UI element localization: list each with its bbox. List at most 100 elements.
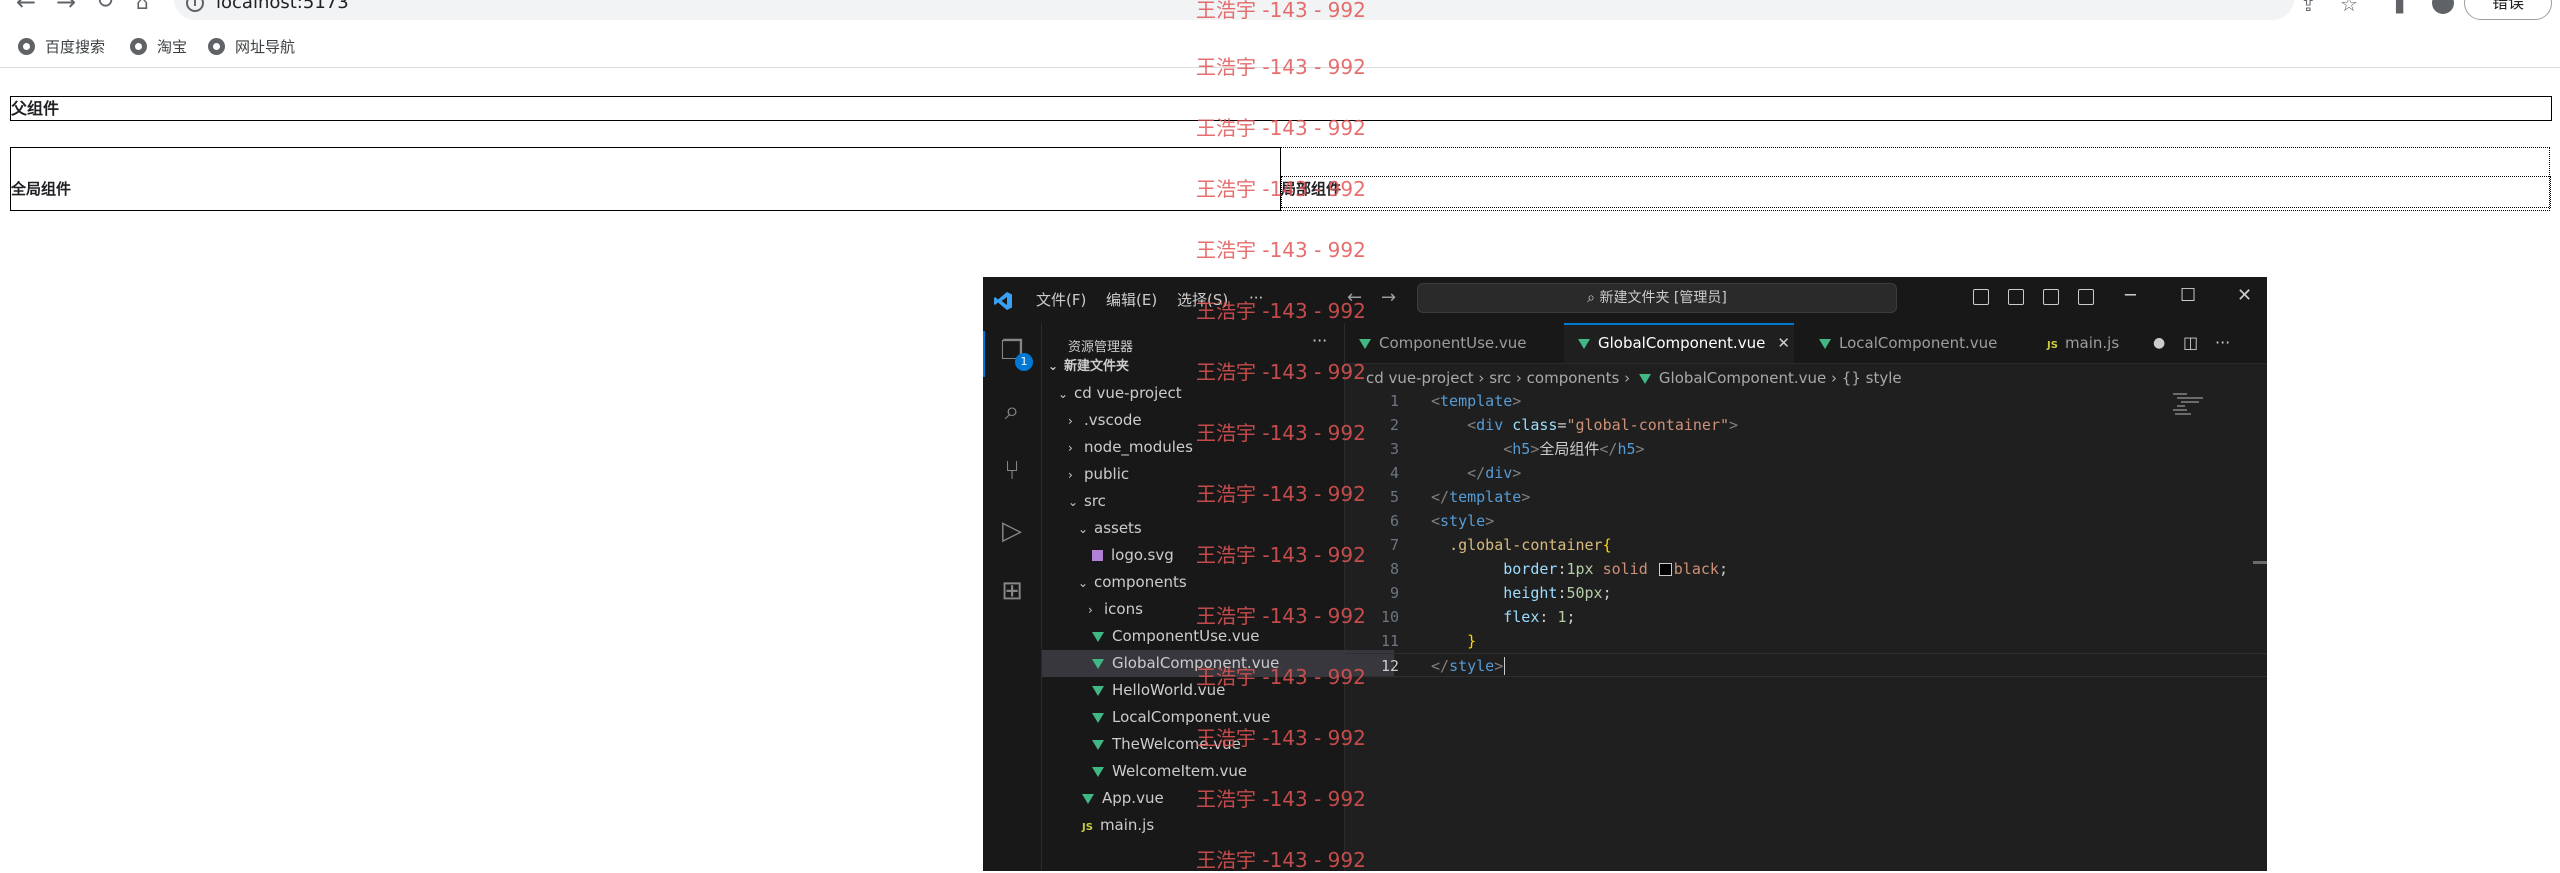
extensions-icon[interactable]: ⊞ [998,577,1026,605]
chevron-right-icon: › [1478,369,1490,387]
code-editor[interactable]: 1 <template> 2 <div class="global-contain… [1345,389,2267,871]
profile-avatar[interactable] [2432,0,2454,14]
tree-file-logo-svg[interactable]: logo.svg [1042,542,1394,569]
breadcrumb-item[interactable]: GlobalComponent.vue [1659,369,1826,387]
tree-file-helloworld[interactable]: HelloWorld.vue [1042,677,1394,704]
bookmark-taobao[interactable]: 淘宝 [130,36,187,57]
nav-forward-icon[interactable]: → [1381,287,1396,308]
tree-file-welcomeitem[interactable]: WelcomeItem.vue [1042,758,1394,785]
tree-folder-components[interactable]: ⌄ components [1042,569,1380,596]
customize-layout-icon[interactable] [2078,289,2094,305]
code-line: 3 <h5>全局组件</h5> [1389,440,1645,458]
vue-file-icon [1092,631,1104,642]
toggle-sidebar-icon[interactable] [1973,289,1989,305]
maximize-icon[interactable]: ☐ [2180,285,2196,306]
js-file-icon: JS [1082,822,1093,833]
watermark-text: 王浩宇 -143 - 992 [1196,238,1366,262]
search-icon: ⌕ [1587,290,1600,306]
search-icon[interactable]: ⌕ [998,397,1026,425]
tree-folder-vscode[interactable]: › .vscode [1042,407,1370,434]
activity-bar: ❐ 1 ⌕ ⑂ ▷ ⊞ [983,323,1042,871]
vue-file-icon [1092,739,1104,750]
error-button[interactable]: 错误 [2464,0,2552,20]
chevron-down-icon: ⌄ [1078,522,1089,536]
tree-file-globalcomponent[interactable]: GlobalComponent.vue [1042,650,1394,677]
vue-file-icon [1578,338,1590,349]
back-icon[interactable]: ← [16,0,36,14]
chevron-right-icon: › [1068,441,1073,455]
explorer-badge: 1 [1015,353,1033,371]
code-line: 11 } [1380,632,1477,650]
breadcrumb-item[interactable]: {} style [1842,369,1902,387]
tab-globalcomponent[interactable]: GlobalComponent.vue ✕ [1564,323,1794,363]
menu-edit[interactable]: 编辑(E) [1106,289,1157,310]
tree-file-localcomponent[interactable]: LocalComponent.vue [1042,704,1394,731]
minimap[interactable] [2173,393,2205,419]
chevron-right-icon: › [1068,468,1073,482]
tree-folder-assets[interactable]: ⌄ assets [1042,515,1380,542]
forward-icon[interactable]: → [56,0,76,14]
source-control-icon[interactable]: ⑂ [998,457,1026,485]
share-icon[interactable]: ⇪ [2300,0,2317,14]
menu-file[interactable]: 文件(F) [1036,289,1086,310]
menu-selection[interactable]: 选择(S) [1177,289,1228,310]
color-swatch[interactable] [1658,563,1672,576]
toggle-panel-icon[interactable] [2008,289,2024,305]
bookmark-star-icon[interactable]: ☆ [2340,0,2358,14]
close-tab-icon[interactable]: ✕ [1777,334,1790,352]
menu-more[interactable]: ··· [1249,289,1263,307]
tree-file-main-js[interactable]: JS main.js [1042,812,1384,839]
url-text[interactable]: localhost:5173 [216,0,349,13]
local-heading: 局部组件 [1281,180,1342,198]
tree-root-folder[interactable]: ⌄ 新建文件夹 [1042,353,1350,380]
vue-file-icon [1638,373,1651,384]
toggle-secondary-sidebar-icon[interactable] [2043,289,2059,305]
active-indicator [983,331,985,377]
side-panel-icon[interactable]: ▮ [2394,0,2405,14]
globe-icon [18,38,35,55]
vscode-window: 文件(F) 编辑(E) 选择(S) ··· ← → ⌕ 新建文件夹 [管理员] … [983,277,2267,871]
global-heading: 全局组件 [11,180,72,198]
vue-file-icon [1092,712,1104,723]
more-actions-icon[interactable]: ··· [1312,331,1327,350]
tab-main-js[interactable]: JS main.js [2047,323,2137,363]
tab-componentuse[interactable]: ComponentUse.vue [1359,323,1549,363]
chevron-down-icon: ⌄ [1058,387,1069,401]
unsaved-dot-icon: ● [2153,335,2166,351]
tree-folder-src[interactable]: ⌄ src [1042,488,1370,515]
globe-icon [130,38,147,55]
command-center-search[interactable]: ⌕ 新建文件夹 [管理员] [1417,283,1897,313]
tree-file-app-vue[interactable]: App.vue [1042,785,1384,812]
svg-file-icon [1092,550,1103,561]
breadcrumb-item[interactable]: components [1527,369,1620,387]
vscode-titlebar: 文件(F) 编辑(E) 选择(S) ··· ← → ⌕ 新建文件夹 [管理员] … [983,277,2267,324]
code-line: 10 flex: 1; [1380,608,1576,626]
split-editor-icon[interactable]: ◫ [2183,323,2198,363]
url-input[interactable] [174,0,2294,20]
tree-file-thewelcome[interactable]: TheWelcome.vue [1042,731,1394,758]
js-file-icon: JS [2047,340,2058,351]
tree-folder-public[interactable]: › public [1042,461,1370,488]
tree-folder-vue-project[interactable]: ⌄ cd vue-project [1042,380,1360,407]
chevron-right-icon: › [1068,414,1073,428]
nav-back-icon[interactable]: ← [1347,287,1362,308]
bookmark-baidu[interactable]: 百度搜索 [18,36,105,57]
tree-file-componentuse[interactable]: ComponentUse.vue [1042,623,1394,650]
reload-icon[interactable]: ↻ [96,0,114,14]
local-component: 局部组件 [1280,147,2551,211]
home-icon[interactable]: ⌂ [136,0,149,14]
tab-localcomponent[interactable]: LocalComponent.vue [1819,323,2019,363]
breadcrumb-item[interactable]: src [1489,369,1511,387]
run-debug-icon[interactable]: ▷ [998,517,1026,545]
chevron-down-icon: ⌄ [1078,576,1089,590]
editor-more-icon[interactable]: ··· [2215,323,2230,363]
breadcrumb-item[interactable]: cd vue-project [1366,369,1474,387]
minimize-icon[interactable]: ─ [2125,285,2136,306]
tree-folder-icons[interactable]: › icons [1042,596,1390,623]
tree-folder-node-modules[interactable]: › node_modules [1042,434,1370,461]
bookmark-nav[interactable]: 网址导航 [208,36,295,57]
bookmarks-bar: 百度搜索 淘宝 网址导航 [0,30,2560,60]
chevron-right-icon: › [1624,369,1635,387]
scrollbar-marker[interactable] [2253,561,2267,564]
close-icon[interactable]: ✕ [2237,285,2252,306]
